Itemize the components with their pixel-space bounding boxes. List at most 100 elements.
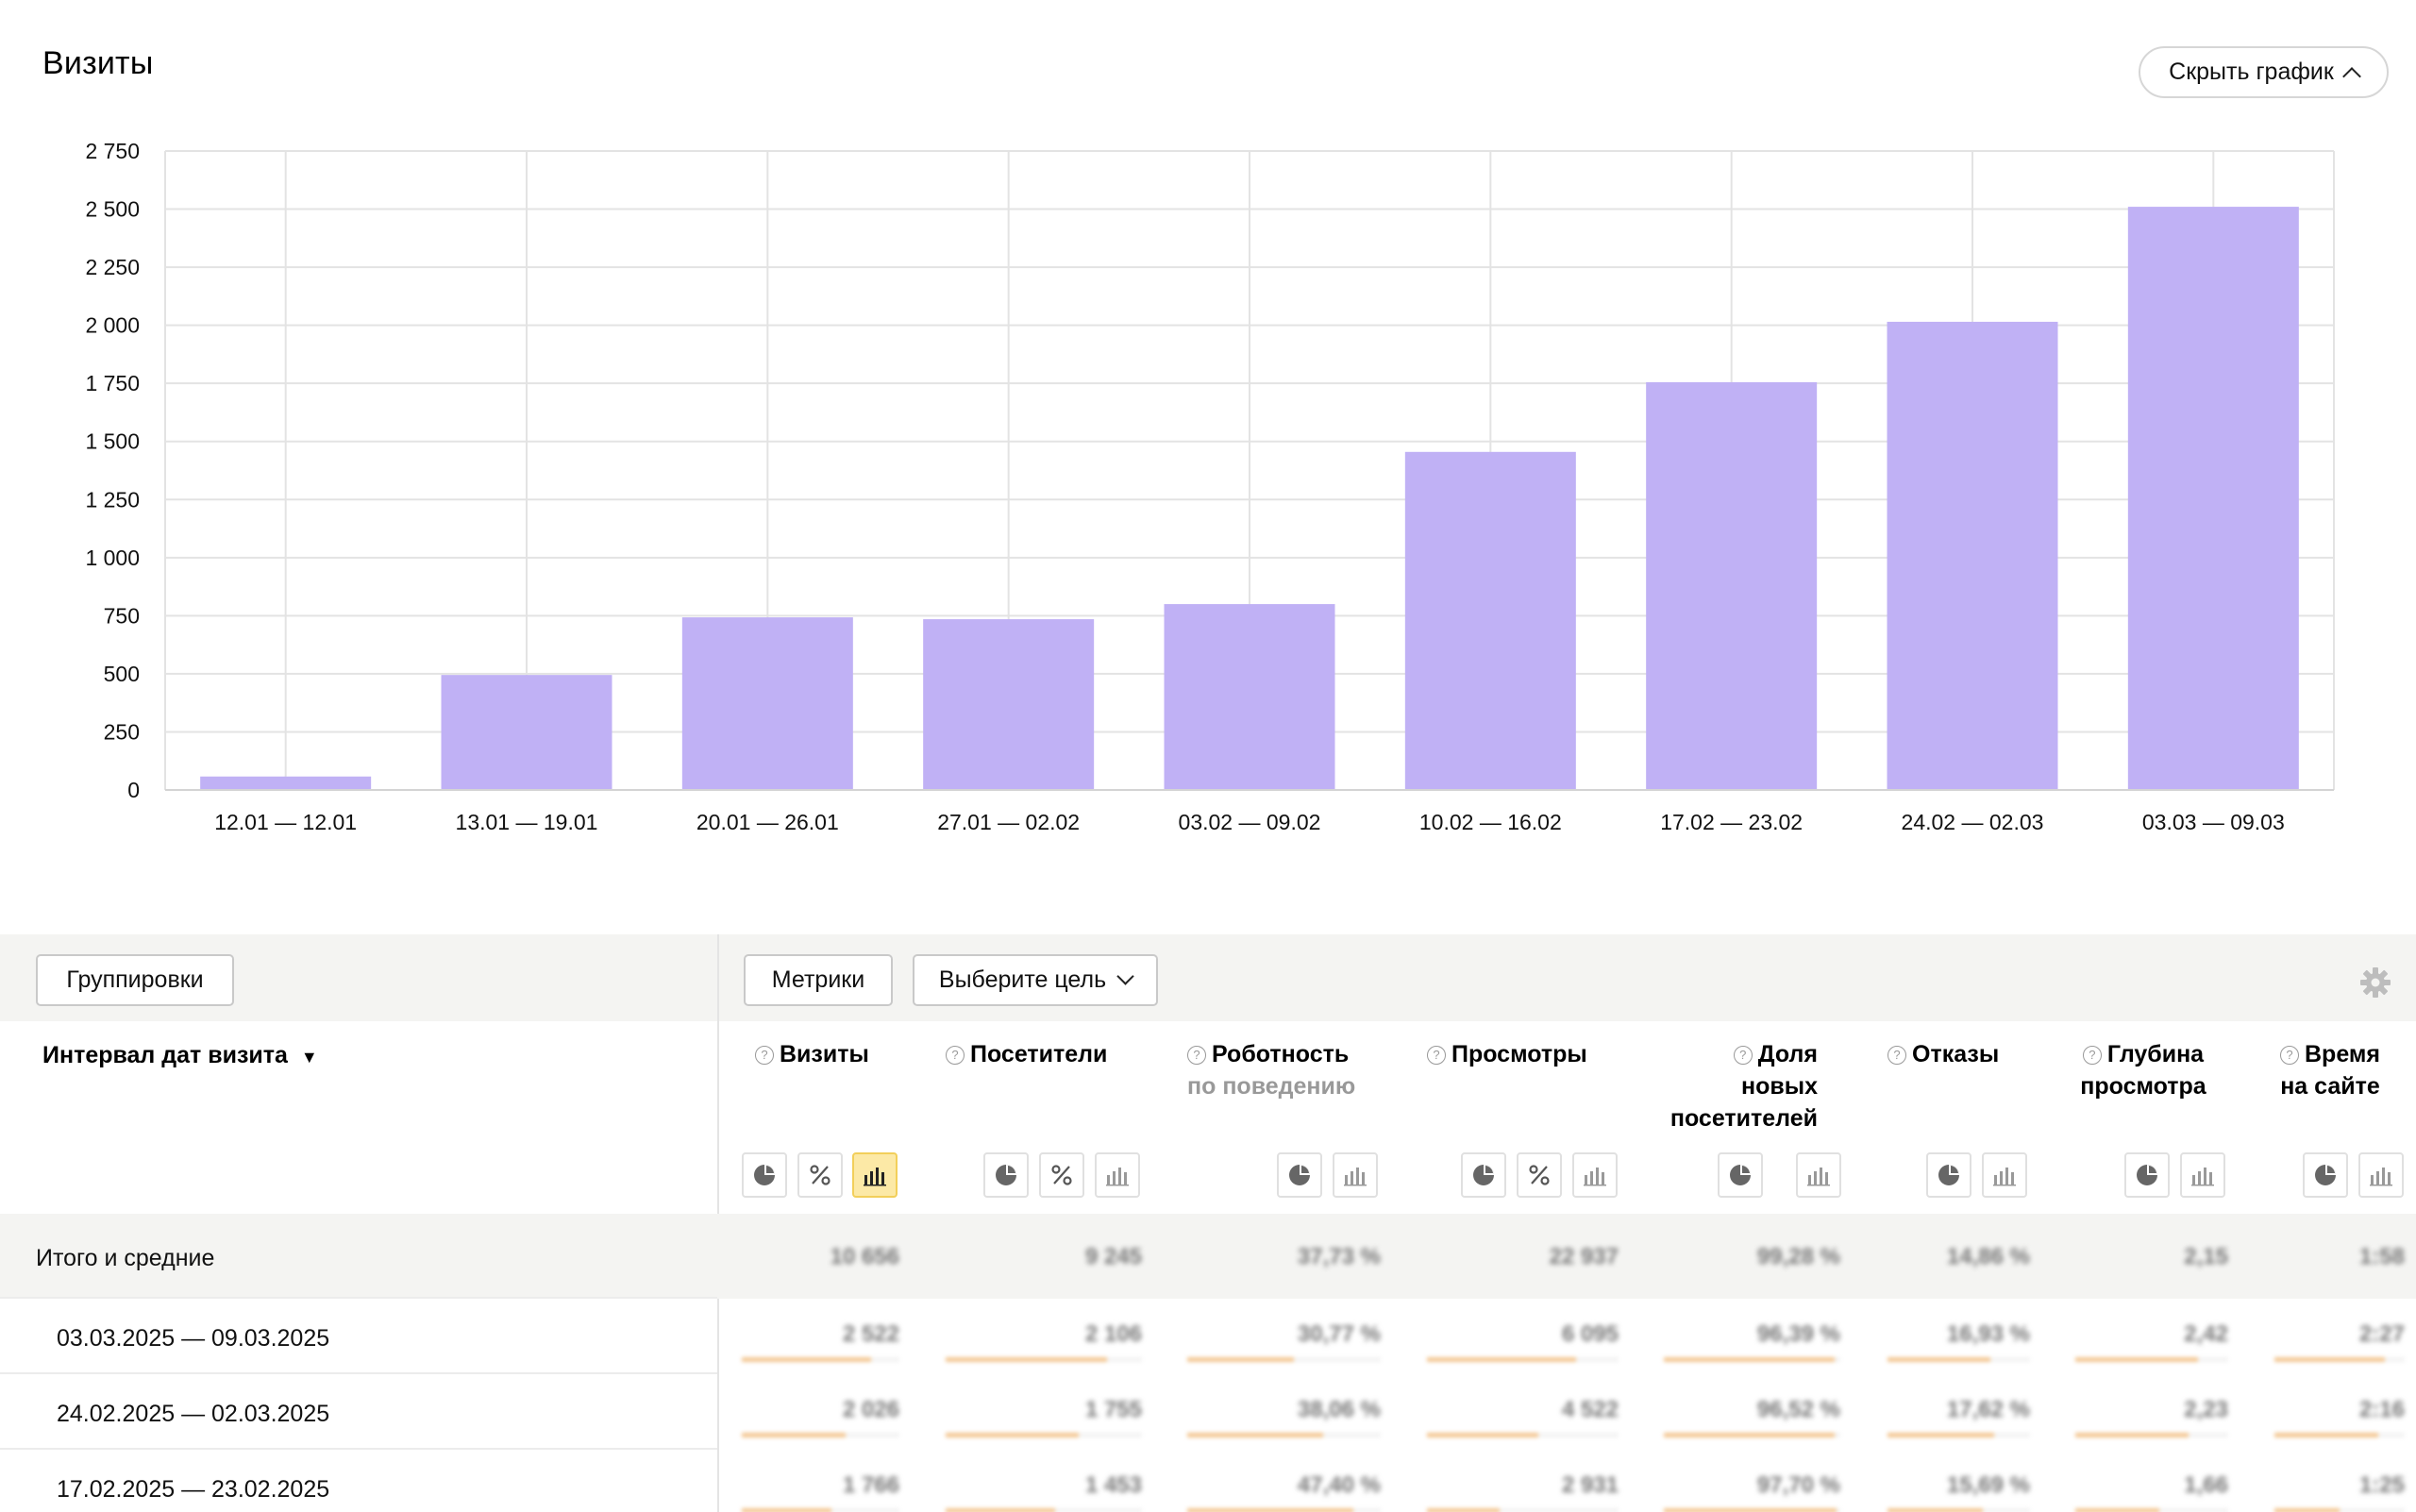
x-tick-label: 17.02 — 23.02 — [1660, 810, 1803, 834]
column-header-bounces[interactable]: ? Отказы — [1888, 1038, 1999, 1070]
table-cell: 14,86 % — [1946, 1244, 2030, 1269]
x-tick-label: 24.02 — 02.03 — [1902, 810, 2044, 834]
x-tick-label: 10.02 — 16.02 — [1419, 810, 1562, 834]
percent-icon[interactable] — [1517, 1152, 1562, 1198]
x-tick-label: 27.01 — 02.02 — [937, 810, 1080, 834]
column-header-visits[interactable]: ? Визиты — [755, 1038, 869, 1070]
page-title: Визиты — [42, 45, 154, 81]
bar[interactable] — [2127, 207, 2299, 791]
bar-chart-icon[interactable] — [2180, 1152, 2225, 1198]
groupings-button[interactable]: Группировки — [36, 954, 234, 1006]
help-icon[interactable]: ? — [1733, 1046, 1753, 1065]
gear-icon[interactable] — [2359, 966, 2391, 999]
column-header-time-on-site[interactable]: ? Время на сайте — [2269, 1038, 2391, 1102]
share-bar — [1187, 1508, 1381, 1512]
table-cell: 22 937 — [1549, 1244, 1619, 1269]
pie-chart-icon[interactable] — [1718, 1152, 1763, 1198]
bar[interactable] — [441, 675, 612, 790]
visits-bar-chart: 0 250 500 750 1 000 1 250 1 500 1 750 2 000 2 250… — [85, 139, 2335, 834]
bar[interactable] — [681, 617, 853, 790]
bar-chart-icon[interactable] — [1796, 1152, 1841, 1198]
bar-chart-icon[interactable] — [852, 1152, 898, 1198]
pie-chart-icon[interactable] — [2124, 1152, 2170, 1198]
help-icon[interactable]: ? — [2280, 1046, 2299, 1065]
pie-chart-icon[interactable] — [2303, 1152, 2348, 1198]
column-header-new-visitors-share[interactable]: ? Доля новых посетителей — [1652, 1038, 1818, 1134]
bar-chart-icon[interactable] — [1333, 1152, 1378, 1198]
bar[interactable] — [1404, 451, 1576, 790]
bar[interactable] — [923, 619, 1095, 790]
help-icon[interactable]: ? — [1888, 1046, 1906, 1065]
y-tick-label: 1 000 — [85, 546, 140, 570]
hide-chart-button[interactable]: Скрыть график — [2139, 46, 2389, 98]
pie-chart-icon[interactable] — [1277, 1152, 1322, 1198]
share-bar — [742, 1433, 899, 1437]
table-cell: 96,39 % — [1756, 1321, 1840, 1347]
share-bar-fill — [946, 1508, 1055, 1512]
bar-chart-icon[interactable] — [1572, 1152, 1618, 1198]
share-bar — [2075, 1433, 2228, 1437]
table-cell: 2,15 — [2184, 1244, 2228, 1269]
dimension-header[interactable]: Интервал дат визита ▼ — [42, 1042, 318, 1069]
table-cell: 2:27 — [2358, 1321, 2405, 1347]
share-bar-fill — [1664, 1357, 1835, 1362]
table-cell: 1:25 — [2358, 1472, 2405, 1498]
help-icon[interactable]: ? — [1427, 1046, 1446, 1065]
sort-desc-icon[interactable]: ▼ — [301, 1048, 318, 1067]
goal-select[interactable]: Выберите цель — [913, 954, 1158, 1006]
share-bar-fill — [1888, 1357, 1990, 1362]
bar-chart-icon[interactable] — [1095, 1152, 1140, 1198]
bar[interactable] — [1887, 321, 2058, 790]
share-bar — [1664, 1357, 1840, 1362]
table-cell: 1 766 — [842, 1472, 899, 1498]
share-bar-fill — [1664, 1508, 1837, 1512]
table-cell: 16,93 % — [1946, 1321, 2030, 1347]
share-bar-fill — [1888, 1433, 1994, 1437]
column-header-visitors[interactable]: ? Посетители — [946, 1038, 1107, 1070]
share-bar-fill — [1427, 1433, 1538, 1437]
x-tick-label: 12.01 — 12.01 — [214, 810, 357, 834]
bar[interactable] — [1646, 381, 1818, 790]
dimension-header-label: Интервал дат визита — [42, 1042, 288, 1068]
percent-icon[interactable] — [1039, 1152, 1084, 1198]
pie-chart-icon[interactable] — [742, 1152, 787, 1198]
help-icon[interactable]: ? — [755, 1046, 774, 1065]
help-icon[interactable]: ? — [1187, 1046, 1206, 1065]
y-tick-label: 1 500 — [85, 429, 140, 454]
help-icon[interactable]: ? — [946, 1046, 965, 1065]
bar-chart-icon[interactable] — [2358, 1152, 2404, 1198]
pie-chart-icon[interactable] — [1926, 1152, 1971, 1198]
table-cell: 2,42 — [2184, 1321, 2228, 1347]
column-header-page-depth[interactable]: ? Глубина просмотра — [2072, 1038, 2214, 1102]
table-cell: 1:58 — [2358, 1244, 2405, 1269]
column-header-robotness[interactable]: ? Роботность по поведению — [1187, 1038, 1355, 1102]
column-header-pageviews[interactable]: ? Просмотры — [1427, 1038, 1587, 1070]
bar[interactable] — [1164, 604, 1335, 790]
row-label[interactable]: 03.03.2025 — 09.03.2025 — [57, 1325, 329, 1352]
table-cell: 99,28 % — [1756, 1244, 1840, 1269]
pie-chart-icon[interactable] — [1461, 1152, 1506, 1198]
y-tick-label: 2 750 — [85, 139, 140, 163]
share-bar — [2075, 1357, 2228, 1362]
pie-chart-icon[interactable] — [983, 1152, 1029, 1198]
goal-select-label: Выберите цель — [938, 966, 1107, 993]
y-tick-label: 2 250 — [85, 255, 140, 279]
metrics-button[interactable]: Метрики — [744, 954, 893, 1006]
help-icon[interactable]: ? — [2082, 1046, 2102, 1065]
table-cell: 17,62 % — [1946, 1397, 2030, 1422]
table-cell: 2,23 — [2184, 1397, 2228, 1422]
y-tick-label: 0 — [127, 778, 140, 802]
row-label[interactable]: 17.02.2025 — 23.02.2025 — [57, 1476, 329, 1504]
row-divider — [0, 1297, 717, 1299]
share-bar — [2075, 1508, 2228, 1512]
table-cell: 9 245 — [1084, 1244, 1142, 1269]
share-bar — [1888, 1433, 2030, 1437]
bar[interactable] — [200, 776, 372, 790]
table-cell: 2 931 — [1561, 1472, 1619, 1498]
column-label: Визиты — [780, 1041, 869, 1067]
percent-icon[interactable] — [797, 1152, 843, 1198]
x-tick-label: 20.01 — 26.01 — [696, 810, 839, 834]
row-label[interactable]: 24.02.2025 — 02.03.2025 — [57, 1401, 329, 1428]
bar-chart-icon[interactable] — [1982, 1152, 2027, 1198]
share-bar-fill — [1187, 1508, 1353, 1512]
